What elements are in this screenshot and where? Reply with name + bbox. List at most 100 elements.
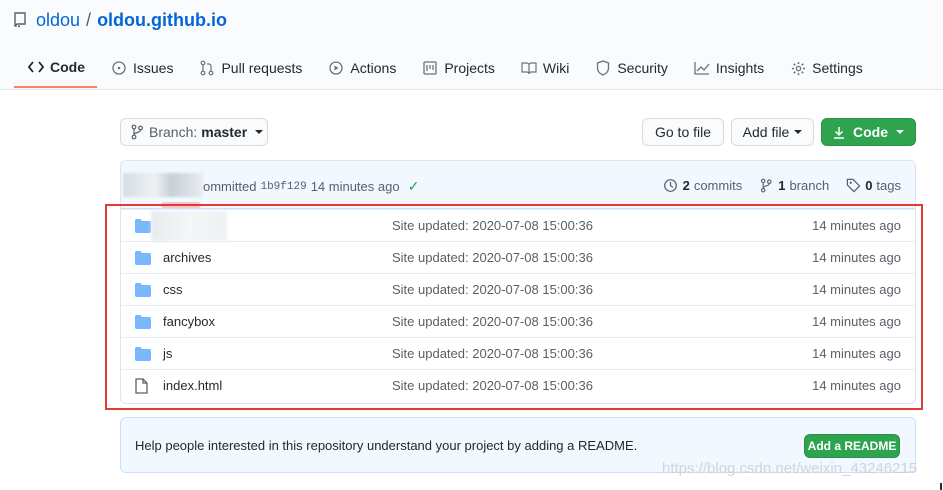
tab-actions[interactable]: Actions <box>314 48 408 88</box>
folder-icon <box>135 314 151 330</box>
folder-icon <box>135 282 151 298</box>
tab-projects[interactable]: Projects <box>408 48 507 88</box>
tags-link[interactable]: 0 tags <box>845 177 901 193</box>
tab-code[interactable]: Code <box>14 48 97 88</box>
file-age: 14 minutes ago <box>812 314 901 329</box>
file-row[interactable]: js Site updated: 2020-07-08 15:00:36 14 … <box>121 337 915 369</box>
tab-insights[interactable]: Insights <box>680 48 776 88</box>
tab-label: Security <box>617 60 668 76</box>
file-row[interactable]: css Site updated: 2020-07-08 15:00:36 14… <box>121 273 915 305</box>
pull-request-icon <box>199 60 215 76</box>
file-commit-message[interactable]: Site updated: 2020-07-08 15:00:36 <box>392 250 593 265</box>
add-file-button[interactable]: Add file <box>731 118 814 146</box>
chevron-down-icon <box>794 130 803 134</box>
tab-issues[interactable]: Issues <box>97 48 185 88</box>
branch-name: master <box>201 124 248 140</box>
add-file-label: Add file <box>742 124 790 140</box>
file-age: 14 minutes ago <box>812 250 901 265</box>
folder-icon <box>135 218 151 234</box>
repo-separator: / <box>86 9 92 30</box>
tab-label: Insights <box>715 60 765 76</box>
tab-label: Pull requests <box>221 60 303 76</box>
tab-pull-requests[interactable]: Pull requests <box>185 48 314 88</box>
file-commit-message[interactable]: Site updated: 2020-07-08 15:00:36 <box>392 314 593 329</box>
commit-age: 14 minutes ago <box>310 179 400 194</box>
readme-prompt: Help people interested in this repositor… <box>135 438 638 453</box>
repo-header: oldou / oldou.github.io Code Issues Pull… <box>0 0 943 90</box>
play-icon <box>328 60 344 76</box>
repo-title: oldou / oldou.github.io <box>14 9 227 31</box>
tags-label: tags <box>876 177 901 193</box>
chevron-down-icon <box>896 130 904 134</box>
tab-label: Settings <box>812 60 863 76</box>
branch-icon <box>131 124 143 140</box>
commits-link[interactable]: 2 commits <box>663 177 743 193</box>
commits-count: 2 <box>682 177 690 193</box>
gear-icon <box>790 60 806 76</box>
edge-mark <box>940 483 942 490</box>
file-commit-message[interactable]: Site updated: 2020-07-08 15:00:36 <box>392 282 593 297</box>
check-icon: ✓ <box>407 178 420 194</box>
folder-icon <box>135 346 151 362</box>
code-button-label: Code <box>853 124 888 140</box>
file-age: 14 minutes ago <box>812 378 901 393</box>
tab-settings[interactable]: Settings <box>776 48 875 88</box>
file-name[interactable]: js <box>163 346 172 361</box>
latest-commit-bar: ommitted 1b9f129 14 minutes ago ✓ 2 comm… <box>121 161 915 209</box>
repo-name-link[interactable]: oldou.github.io <box>97 10 227 31</box>
download-icon <box>833 126 845 139</box>
file-list: ommitted 1b9f129 14 minutes ago ✓ 2 comm… <box>120 160 916 404</box>
tags-count: 0 <box>865 177 873 193</box>
file-row[interactable]: index.html Site updated: 2020-07-08 15:0… <box>121 369 915 401</box>
code-download-button[interactable]: Code <box>821 118 916 146</box>
tab-label: Projects <box>444 60 495 76</box>
tag-icon <box>845 177 861 193</box>
branches-label: branch <box>789 177 830 193</box>
redacted-avatar <box>123 173 203 197</box>
history-icon <box>663 177 679 193</box>
file-age: 14 minutes ago <box>812 346 901 361</box>
file-row[interactable]: Site updated: 2020-07-08 15:00:36 14 min… <box>121 209 915 241</box>
tab-label: Code <box>50 59 85 75</box>
tab-security[interactable]: Security <box>581 48 680 88</box>
file-name[interactable]: fancybox <box>163 314 215 329</box>
tab-label: Actions <box>350 60 397 76</box>
file-row[interactable]: archives Site updated: 2020-07-08 15:00:… <box>121 241 915 273</box>
issue-icon <box>111 60 127 76</box>
file-commit-message[interactable]: Site updated: 2020-07-08 15:00:36 <box>392 346 593 361</box>
file-row[interactable]: fancybox Site updated: 2020-07-08 15:00:… <box>121 305 915 337</box>
branch-icon <box>758 177 774 193</box>
book-icon <box>521 60 537 76</box>
file-age: 14 minutes ago <box>812 218 901 233</box>
repo-stats: 2 commits 1 branch 0 tags <box>647 177 901 193</box>
code-icon <box>28 59 44 75</box>
repo-owner-link[interactable]: oldou <box>36 10 80 31</box>
branch-select-button[interactable]: Branch: master <box>120 118 268 146</box>
redacted-folder-name <box>151 211 227 241</box>
file-name[interactable]: archives <box>163 250 211 265</box>
tab-label: Issues <box>133 60 174 76</box>
shield-icon <box>595 60 611 76</box>
chevron-down-icon <box>255 130 264 134</box>
add-readme-button[interactable]: Add a README <box>804 434 900 458</box>
file-commit-message[interactable]: Site updated: 2020-07-08 15:00:36 <box>392 218 593 233</box>
tab-wiki[interactable]: Wiki <box>507 48 581 88</box>
folder-icon <box>135 250 151 266</box>
file-icon <box>135 378 151 394</box>
branches-link[interactable]: 1 branch <box>758 177 829 193</box>
file-age: 14 minutes ago <box>812 282 901 297</box>
graph-icon <box>694 60 710 76</box>
commit-message[interactable]: ommitted <box>203 179 256 194</box>
branch-prefix: Branch: <box>149 124 198 140</box>
redaction-mark <box>161 202 201 208</box>
repo-icon <box>14 12 28 28</box>
latest-commit: ommitted 1b9f129 14 minutes ago ✓ <box>203 178 419 195</box>
file-commit-message[interactable]: Site updated: 2020-07-08 15:00:36 <box>392 378 593 393</box>
file-name[interactable]: index.html <box>163 378 222 393</box>
project-icon <box>422 60 438 76</box>
file-name[interactable]: css <box>163 282 183 297</box>
repo-tabs: Code Issues Pull requests Actions Projec… <box>14 48 875 90</box>
go-to-file-button[interactable]: Go to file <box>642 118 724 146</box>
commits-label: commits <box>693 177 743 193</box>
commit-sha[interactable]: 1b9f129 <box>260 181 306 193</box>
